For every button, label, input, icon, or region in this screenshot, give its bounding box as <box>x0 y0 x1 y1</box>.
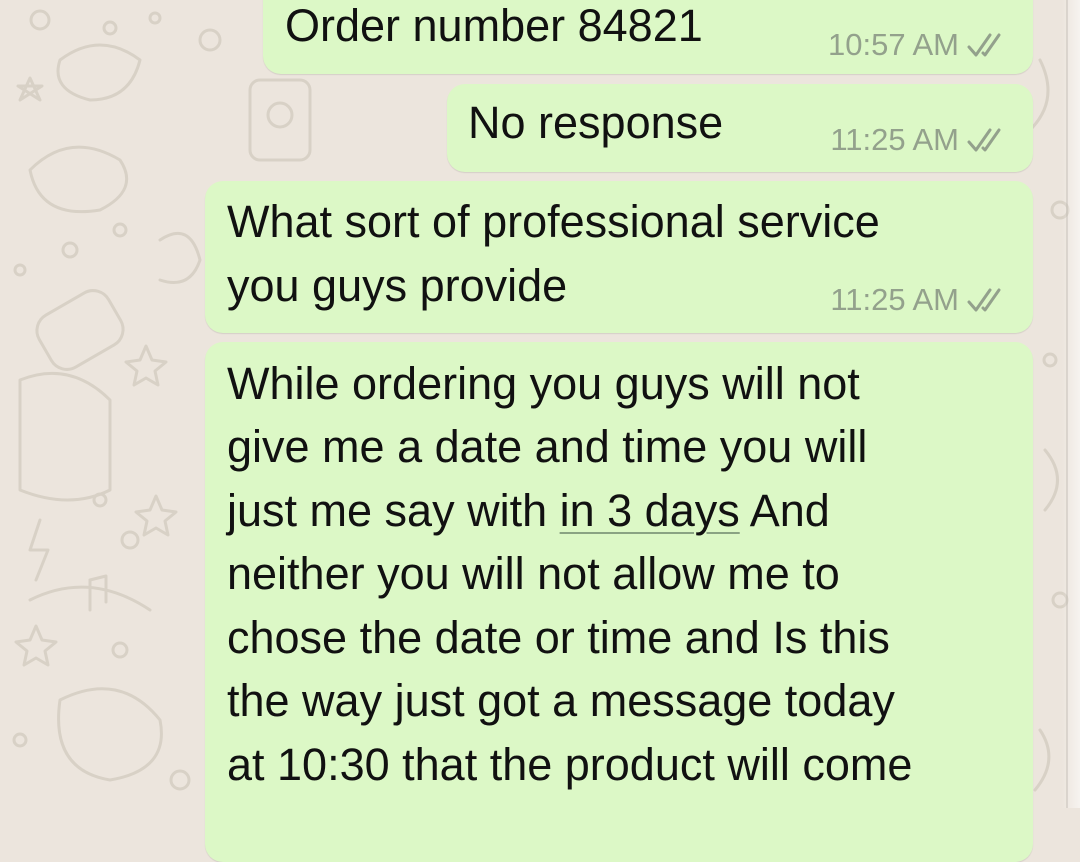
message-meta: 11:25 AM <box>830 123 1011 157</box>
message-text: No response <box>468 97 724 148</box>
message-text-line: give me a date and time you will <box>227 421 868 472</box>
message-text-line: neither you will not allow me to <box>227 548 840 599</box>
double-check-icon <box>967 127 1011 153</box>
message-text-line: While ordering you guys will not <box>227 358 860 409</box>
message-text-line: chose the date or time and Is this <box>227 612 890 663</box>
message-bubble-outgoing[interactable]: No response 11:25 AM <box>447 84 1033 172</box>
message-bubble-outgoing[interactable]: What sort of professional service you gu… <box>205 181 1033 333</box>
message-bubble-outgoing[interactable]: Order number 84821 10:57 AM <box>263 0 1033 74</box>
message-text-line: at 10:30 that the product will come <box>227 739 913 790</box>
message-meta: 10:57 AM <box>828 28 1011 62</box>
message-time: 10:57 AM <box>828 27 959 62</box>
message-text-segment: And <box>739 485 830 536</box>
date-link[interactable]: in 3 days <box>560 485 740 536</box>
message-bubble-outgoing[interactable]: While ordering you guys will not give me… <box>205 342 1033 862</box>
double-check-icon <box>967 287 1011 313</box>
message-meta: 11:25 AM <box>830 283 1011 317</box>
message-text-line: you guys provide <box>227 260 568 311</box>
message-text: Order number 84821 <box>285 0 703 51</box>
message-text-line: What sort of professional service <box>227 196 880 247</box>
message-time: 11:25 AM <box>830 282 959 317</box>
message-text-line: just me say with in 3 days And <box>227 479 830 543</box>
message-text-line: the way just got a message today <box>227 675 895 726</box>
message-time: 11:25 AM <box>830 122 959 157</box>
message-text-segment: just me say with <box>227 485 560 536</box>
scroll-edge <box>1062 0 1080 808</box>
double-check-icon <box>967 32 1011 58</box>
